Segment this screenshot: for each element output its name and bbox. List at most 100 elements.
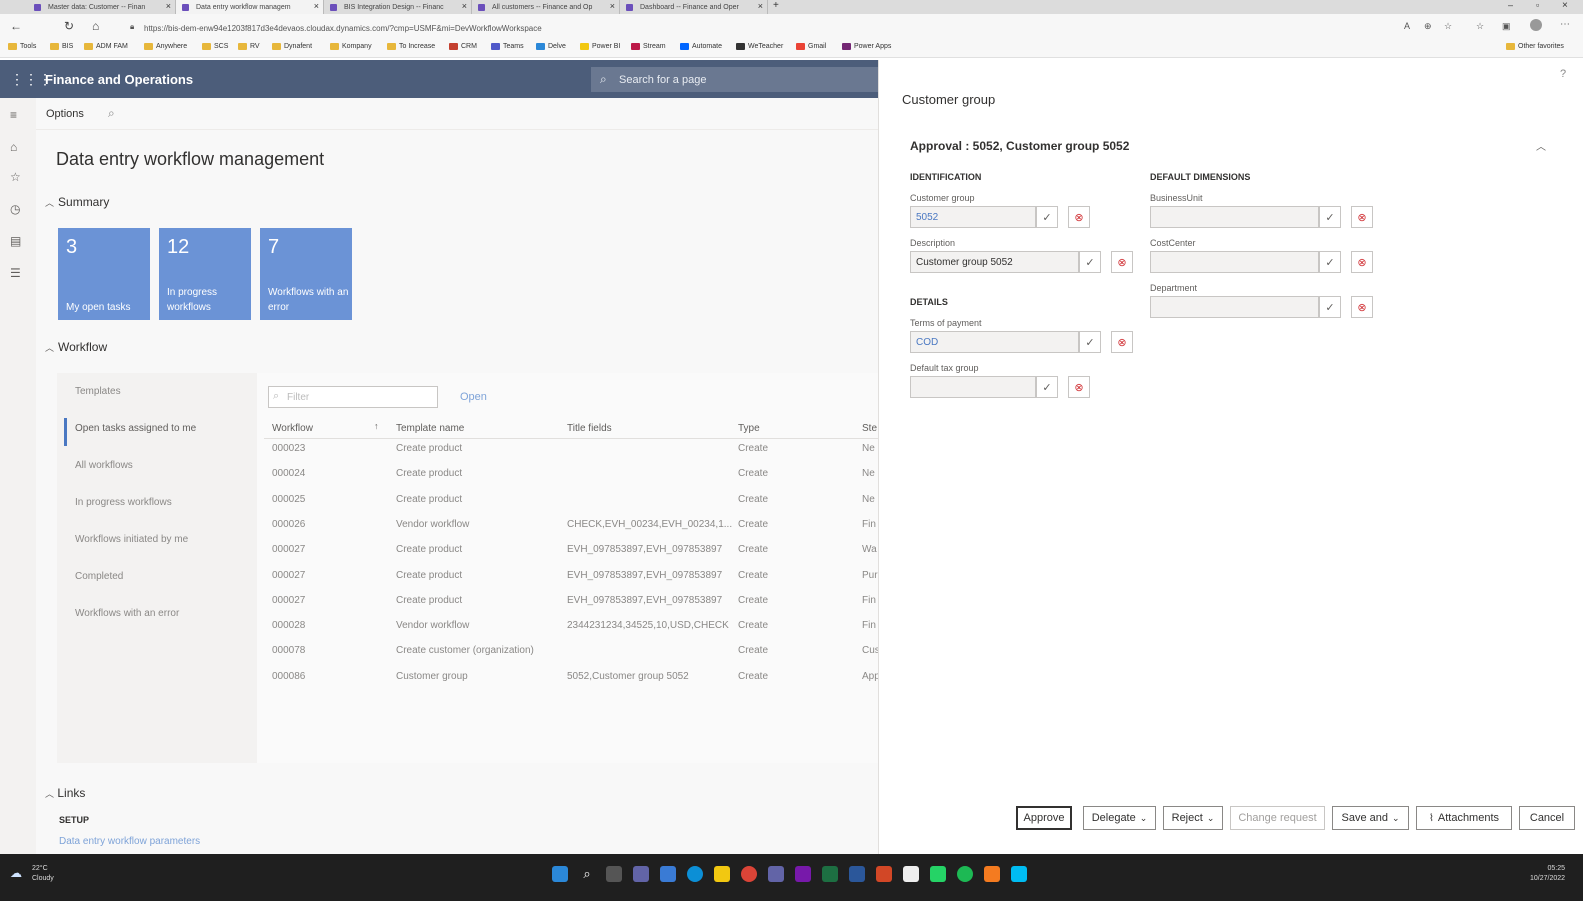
favorite-item[interactable]: To Increase bbox=[387, 43, 435, 50]
other-favorites[interactable]: Other favorites bbox=[1506, 43, 1564, 50]
favorite-item[interactable]: Dynafent bbox=[272, 43, 312, 50]
windows-start-icon[interactable] bbox=[552, 866, 568, 882]
close-tab-icon[interactable]: × bbox=[314, 1, 319, 11]
browser-tab[interactable]: Dashboard -- Finance and Oper × bbox=[620, 0, 768, 14]
tile-my-open-tasks[interactable]: 3 My open tasks bbox=[58, 228, 150, 320]
favorite-item[interactable]: Tools bbox=[8, 43, 36, 50]
browser-tab[interactable]: All customers -- Finance and Op × bbox=[472, 0, 620, 14]
close-tab-icon[interactable]: × bbox=[610, 1, 615, 11]
page-search-input[interactable]: ⌕ Search for a page bbox=[591, 67, 878, 92]
new-tab-icon[interactable]: + bbox=[773, 0, 779, 11]
hamburger-menu-icon[interactable]: ≡ bbox=[10, 108, 17, 122]
file-explorer-icon[interactable] bbox=[714, 866, 730, 882]
accept-check-icon[interactable]: ✓ bbox=[1319, 251, 1341, 273]
nav-with-error[interactable]: Workflows with an error bbox=[75, 608, 179, 619]
sort-ascending-icon[interactable]: ↑ bbox=[374, 421, 379, 431]
system-clock[interactable]: 05:25 10/27/2022 bbox=[1530, 864, 1565, 884]
close-tab-icon[interactable]: × bbox=[462, 1, 467, 11]
whatsapp-icon[interactable] bbox=[930, 866, 946, 882]
collections-icon[interactable]: ▣ bbox=[1502, 21, 1511, 32]
reject-x-icon[interactable]: ⊗ bbox=[1068, 376, 1090, 398]
nav-completed[interactable]: Completed bbox=[75, 571, 123, 582]
open-button[interactable]: Open bbox=[460, 391, 487, 403]
cost-center-field[interactable] bbox=[1150, 251, 1319, 273]
accept-check-icon[interactable]: ✓ bbox=[1036, 206, 1058, 228]
reject-button[interactable]: Reject ⌄ bbox=[1163, 806, 1223, 830]
app-icon[interactable] bbox=[903, 866, 919, 882]
reject-x-icon[interactable]: ⊗ bbox=[1111, 331, 1133, 353]
favorite-item[interactable]: ADM FAM bbox=[84, 43, 128, 50]
task-view-icon[interactable] bbox=[606, 866, 622, 882]
chat-icon[interactable] bbox=[633, 866, 649, 882]
restore-icon[interactable]: ▫ bbox=[1536, 0, 1539, 10]
favorite-item[interactable]: Gmail bbox=[796, 43, 826, 50]
col-template-name[interactable]: Template name bbox=[396, 423, 464, 434]
teams-icon[interactable] bbox=[768, 866, 784, 882]
terms-of-payment-field[interactable]: COD bbox=[910, 331, 1079, 353]
col-step[interactable]: Ste bbox=[862, 423, 877, 434]
favorite-item[interactable]: Power BI bbox=[580, 43, 620, 50]
read-aloud-icon[interactable]: A bbox=[1404, 21, 1410, 31]
profile-avatar[interactable] bbox=[1530, 19, 1542, 31]
app-icon[interactable] bbox=[984, 866, 1000, 882]
chrome-icon[interactable] bbox=[741, 866, 757, 882]
favorite-item[interactable]: Anywhere bbox=[144, 43, 187, 50]
tile-in-progress-workflows[interactable]: 12 In progress workflows bbox=[159, 228, 251, 320]
nav-initiated-by-me[interactable]: Workflows initiated by me bbox=[75, 534, 188, 545]
summary-section-header[interactable]: ︿ Summary bbox=[45, 195, 109, 209]
accept-check-icon[interactable]: ✓ bbox=[1036, 376, 1058, 398]
business-unit-field[interactable] bbox=[1150, 206, 1319, 228]
browser-tab[interactable]: Master data: Customer -- Finan × bbox=[28, 0, 176, 14]
weather-widget[interactable]: 22°C Cloudy bbox=[32, 864, 54, 884]
delegate-button[interactable]: Delegate ⌄ bbox=[1083, 806, 1156, 830]
app-icon[interactable] bbox=[660, 866, 676, 882]
tile-workflows-with-error[interactable]: 7 Workflows with an error bbox=[260, 228, 352, 320]
favorite-star-icon[interactable]: ☆ bbox=[1444, 21, 1452, 32]
nav-in-progress[interactable]: In progress workflows bbox=[75, 497, 172, 508]
search-icon[interactable]: ⌕ bbox=[579, 866, 595, 882]
nav-open-tasks[interactable]: Open tasks assigned to me bbox=[75, 423, 196, 434]
accept-check-icon[interactable]: ✓ bbox=[1319, 206, 1341, 228]
favorite-item[interactable]: WeTeacher bbox=[736, 43, 783, 50]
nav-all-workflows[interactable]: All workflows bbox=[75, 460, 133, 471]
accept-check-icon[interactable]: ✓ bbox=[1079, 251, 1101, 273]
favorites-icon[interactable]: ☆ bbox=[1476, 21, 1484, 32]
browser-tab-active[interactable]: Data entry workflow managem × bbox=[176, 0, 324, 14]
links-section-header[interactable]: ︿ Links bbox=[45, 786, 85, 800]
customer-group-field[interactable]: 5052 bbox=[910, 206, 1036, 228]
col-type[interactable]: Type bbox=[738, 423, 760, 434]
onenote-icon[interactable] bbox=[795, 866, 811, 882]
reject-x-icon[interactable]: ⊗ bbox=[1068, 206, 1090, 228]
app-icon[interactable] bbox=[1011, 866, 1027, 882]
help-icon[interactable]: ? bbox=[1560, 68, 1566, 80]
workflow-section-header[interactable]: ︿ Workflow bbox=[45, 340, 107, 354]
modules-list-icon[interactable]: ☰ bbox=[10, 266, 21, 280]
reject-x-icon[interactable]: ⊗ bbox=[1111, 251, 1133, 273]
favorite-item[interactable]: SCS bbox=[202, 43, 228, 50]
action-search-icon[interactable]: ⌕ bbox=[108, 106, 115, 121]
more-menu-icon[interactable]: ⋯ bbox=[1560, 19, 1570, 30]
favorite-item[interactable]: Delve bbox=[536, 43, 566, 50]
word-icon[interactable] bbox=[849, 866, 865, 882]
weather-cloud-icon[interactable]: ☁ bbox=[10, 866, 22, 880]
home-icon[interactable]: ⌂ bbox=[10, 140, 17, 154]
description-field[interactable]: Customer group 5052 bbox=[910, 251, 1079, 273]
zoom-icon[interactable]: ⊕ bbox=[1424, 21, 1432, 32]
spotify-icon[interactable] bbox=[957, 866, 973, 882]
app-launcher-icon[interactable]: ⋮⋮⋮ bbox=[10, 71, 52, 88]
approve-button[interactable]: Approve bbox=[1016, 806, 1072, 830]
excel-icon[interactable] bbox=[822, 866, 838, 882]
options-menu[interactable]: Options bbox=[46, 108, 84, 120]
accept-check-icon[interactable]: ✓ bbox=[1319, 296, 1341, 318]
col-workflow[interactable]: Workflow bbox=[272, 423, 313, 434]
default-tax-group-field[interactable] bbox=[910, 376, 1036, 398]
minimize-icon[interactable]: – bbox=[1508, 0, 1513, 10]
favorite-item[interactable]: BIS bbox=[50, 43, 73, 50]
close-window-icon[interactable]: × bbox=[1562, 0, 1568, 11]
favorite-item[interactable]: Stream bbox=[631, 43, 666, 50]
department-field[interactable] bbox=[1150, 296, 1319, 318]
back-icon[interactable]: ← bbox=[10, 19, 22, 33]
recent-clock-icon[interactable]: ◷ bbox=[10, 202, 20, 216]
col-title-fields[interactable]: Title fields bbox=[567, 423, 612, 434]
favorites-star-icon[interactable]: ☆ bbox=[10, 170, 21, 184]
